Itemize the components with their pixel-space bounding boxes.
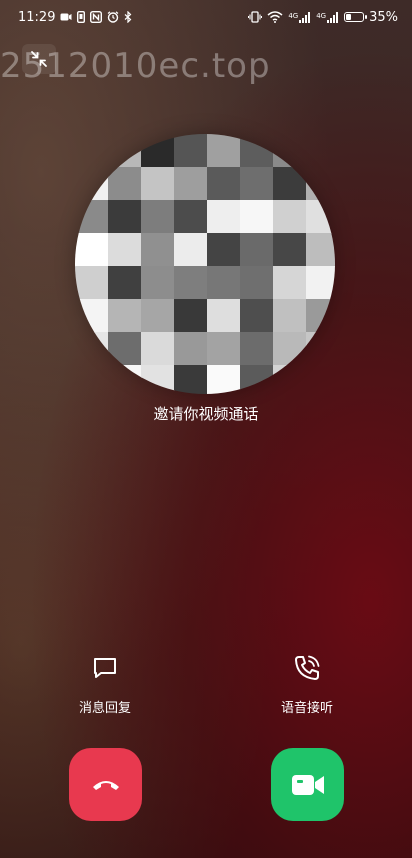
mosaic-cell [207,266,241,300]
mosaic-cell [75,299,109,333]
mosaic-cell [75,200,109,234]
battery-fill [346,14,352,20]
mosaic-cell [273,233,307,267]
caller-avatar [75,134,335,394]
mosaic-cell [108,266,142,300]
mosaic-cell [108,200,142,234]
mosaic-cell [75,134,109,168]
mosaic-cell [273,299,307,333]
mosaic-cell [240,266,274,300]
alarm-icon [107,11,119,23]
mosaic-cell [207,134,241,168]
mosaic-cell [174,233,208,267]
mosaic-cell [141,266,175,300]
mosaic-cell [108,233,142,267]
mosaic-cell [108,332,142,366]
wifi-icon [267,11,283,23]
mosaic-cell [141,200,175,234]
mosaic-cell [174,167,208,201]
mosaic-cell [306,200,335,234]
mosaic-cell [273,167,307,201]
mosaic-cell [240,134,274,168]
status-right: 4G 4G 35% [248,10,398,25]
mosaic-cell [306,332,335,366]
mosaic-cell [306,299,335,333]
bluetooth-icon [124,11,132,23]
mosaic-cell [240,200,274,234]
mosaic-cell [141,233,175,267]
status-left: 11:29 [18,10,132,25]
message-icon [89,652,121,684]
mosaic-cell [141,332,175,366]
mosaic-cell [174,332,208,366]
accept-video-button[interactable] [271,748,344,821]
mosaic-cell [306,134,335,168]
status-bar: 11:29 4G 4G 35% [0,0,412,34]
mosaic-cell [306,266,335,300]
caller-name [0,372,412,392]
message-reply-label: 消息回复 [78,701,131,716]
hangup-icon [92,780,119,790]
voice-answer-label: 语音接听 [280,701,333,716]
nfc-icon [90,11,103,23]
mosaic-cell [207,167,241,201]
mosaic-cell [75,332,109,366]
mosaic-cell [240,299,274,333]
mosaic-cell [240,332,274,366]
mosaic-cell [174,299,208,333]
mosaic-cell [174,266,208,300]
mosaic-cell [141,299,175,333]
mosaic-cell [141,167,175,201]
mosaic-cell [273,134,307,168]
mosaic-cell [174,200,208,234]
mosaic-cell [75,233,109,267]
minimize-button[interactable] [22,44,56,74]
mosaic-cell [207,233,241,267]
battery-icon [344,12,368,22]
phone-mirror-icon [77,11,86,23]
signal-icon-2: 4G [316,11,339,23]
avatar-mosaic [75,134,335,394]
mosaic-cell [75,266,109,300]
mosaic-cell [207,332,241,366]
mosaic-cell [207,299,241,333]
video-camera-icon [291,774,324,795]
status-time: 11:29 [18,9,56,25]
mosaic-cell [240,233,274,267]
call-subtitle: 邀请你视频通话 [153,405,259,423]
signal-icon: 4G [288,11,311,23]
mosaic-cell [273,332,307,366]
network-label-2: 4G [316,11,327,20]
minimize-icon [31,51,47,67]
mosaic-cell [108,299,142,333]
phone-icon [291,652,323,684]
mosaic-cell [273,200,307,234]
mosaic-cell [207,200,241,234]
video-record-icon [60,12,72,22]
mosaic-cell [306,233,335,267]
mosaic-cell [306,167,335,201]
network-label: 4G [288,11,299,20]
mosaic-cell [240,167,274,201]
mosaic-cell [75,167,109,201]
mosaic-cell [108,167,142,201]
vibrate-icon [248,11,263,23]
voice-answer-button[interactable]: 语音接听 [247,652,367,716]
mosaic-cell [141,134,175,168]
mosaic-cell [108,134,142,168]
decline-button[interactable] [69,748,142,821]
mosaic-cell [174,134,208,168]
message-reply-button[interactable]: 消息回复 [45,652,165,716]
battery-percent: 35% [369,9,398,25]
mosaic-cell [273,266,307,300]
